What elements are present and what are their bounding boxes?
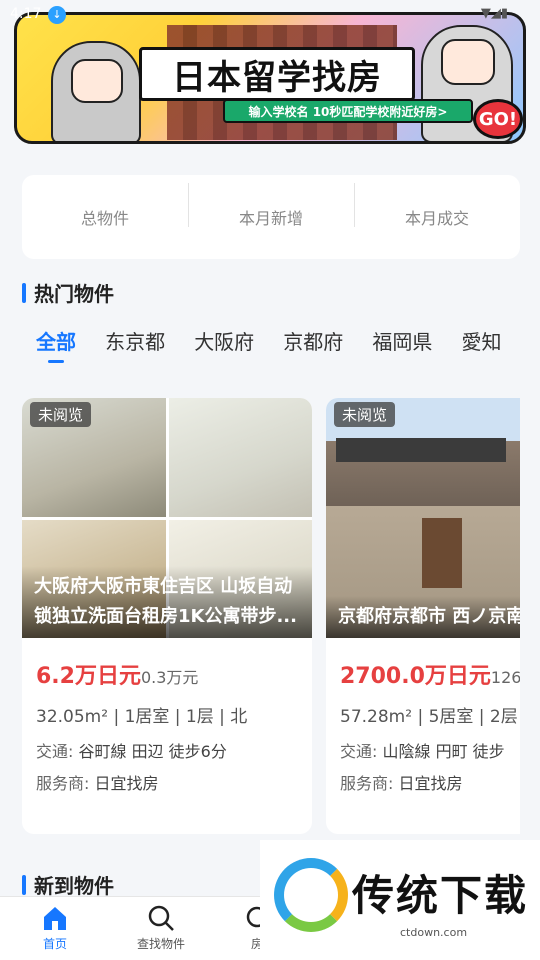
search-icon [148, 905, 174, 931]
listing-card[interactable]: 未阅览 大阪府大阪市東住吉区 山坂自动锁独立洗面台租房1K公寓带步... 6.2… [22, 398, 312, 834]
provider-label: 服务商: [340, 774, 394, 793]
section-title: 热门物件 [34, 282, 114, 306]
transport-label: 交通: [340, 742, 378, 761]
listing-price-sub: 0.3万元 [140, 668, 199, 687]
listing-price-sub: 126. [490, 668, 520, 687]
watermark-logo-icon [274, 858, 348, 932]
stat-deals-this-month[interactable]: 本月成交 [354, 183, 520, 229]
home-icon [44, 907, 66, 930]
tab-tokyo[interactable]: 东京都 [105, 326, 165, 363]
listing-price-row: 6.2万日元0.3万元 [36, 658, 298, 690]
listing-caption: 京都府京都市 西ノ京南 [326, 596, 520, 638]
watermark-url: ctdown.com [400, 926, 468, 939]
banner-title: 日本留学找房 [172, 57, 382, 98]
tab-all[interactable]: 全部 [36, 326, 76, 363]
listing-price: 2700.0万日元 [340, 664, 491, 689]
hot-section-heading: 热门物件 [22, 278, 114, 307]
banner-go-badge[interactable]: GO! [473, 99, 523, 139]
nav-home[interactable]: 首页 [10, 903, 100, 952]
nav-label: 查找物件 [136, 937, 185, 951]
provider-value: 日宜找房 [94, 774, 159, 793]
new-section-heading: 新到物件 [22, 870, 114, 899]
tab-aichi[interactable]: 愛知 [461, 326, 501, 363]
banner-character-left [51, 41, 141, 141]
listing-caption: 大阪府大阪市東住吉区 山坂自动锁独立洗面台租房1K公寓带步... [22, 566, 312, 638]
listing-transport: 交通: 山陰線 円町 徒步 [340, 738, 506, 762]
banner-title-box: 日本留学找房 [139, 47, 415, 101]
listing-provider: 服务商: 日宜找房 [340, 770, 506, 794]
tab-osaka[interactable]: 大阪府 [194, 326, 254, 363]
transport-value: 谷町線 田辺 徒步6分 [78, 742, 227, 761]
section-accent-bar [22, 874, 26, 895]
listing-price: 6.2万日元 [36, 664, 141, 689]
listing-photo: 未阅览 京都府京都市 西ノ京南 [326, 398, 520, 638]
banner-subtitle-box[interactable]: 输入学校名 10秒匹配学校附近好房> [223, 99, 473, 123]
listing-spec: 57.28m² | 5居室 | 2层 年 [340, 707, 520, 727]
watermark-brand: 传统下载 [352, 871, 529, 920]
unread-badge: 未阅览 [334, 402, 396, 427]
stat-new-this-month[interactable]: 本月新增 [188, 183, 354, 229]
stats-card: 总物件 本月新增 本月成交 [22, 175, 520, 259]
section-title: 新到物件 [34, 874, 114, 898]
provider-label: 服务商: [36, 774, 90, 793]
section-accent-bar [22, 282, 26, 303]
listing-card[interactable]: 未阅览 京都府京都市 西ノ京南 2700.0万日元126. 57.28m² | … [326, 398, 520, 834]
unread-badge: 未阅览 [30, 402, 92, 427]
provider-value: 日宜找房 [398, 774, 463, 793]
download-icon: ↓ [48, 6, 66, 24]
nav-label: 首页 [42, 937, 67, 951]
status-time: 4:17 [10, 6, 42, 22]
stat-total[interactable]: 总物件 [22, 205, 188, 229]
watermark-overlay: 传统下载 ctdown.com [260, 840, 540, 960]
region-tabs: 全部 东京都 大阪府 京都府 福岡県 愛知 [36, 326, 540, 366]
status-bar: 4:17 ↓ ▼◢▮ [0, 0, 540, 30]
listing-price-row: 2700.0万日元126. [340, 658, 520, 690]
listing-provider: 服务商: 日宜找房 [36, 770, 298, 794]
listing-transport: 交通: 谷町線 田辺 徒步6分 [36, 738, 298, 762]
listing-photo: 未阅览 大阪府大阪市東住吉区 山坂自动锁独立洗面台租房1K公寓带步... [22, 398, 312, 638]
transport-label: 交通: [36, 742, 74, 761]
tab-fukuoka[interactable]: 福岡県 [372, 326, 432, 363]
banner-subtitle: 输入学校名 10秒匹配学校附近好房> [248, 104, 448, 119]
promo-banner[interactable]: 日本留学找房 输入学校名 10秒匹配学校附近好房> GO! [14, 12, 526, 144]
system-status-icons: ▼◢▮ [480, 6, 508, 21]
transport-value: 山陰線 円町 徒步 [382, 742, 505, 761]
nav-search[interactable]: 查找物件 [116, 903, 206, 952]
tab-kyoto[interactable]: 京都府 [283, 326, 343, 363]
listing-spec: 32.05m² | 1居室 | 1层 | 北 [36, 707, 248, 727]
